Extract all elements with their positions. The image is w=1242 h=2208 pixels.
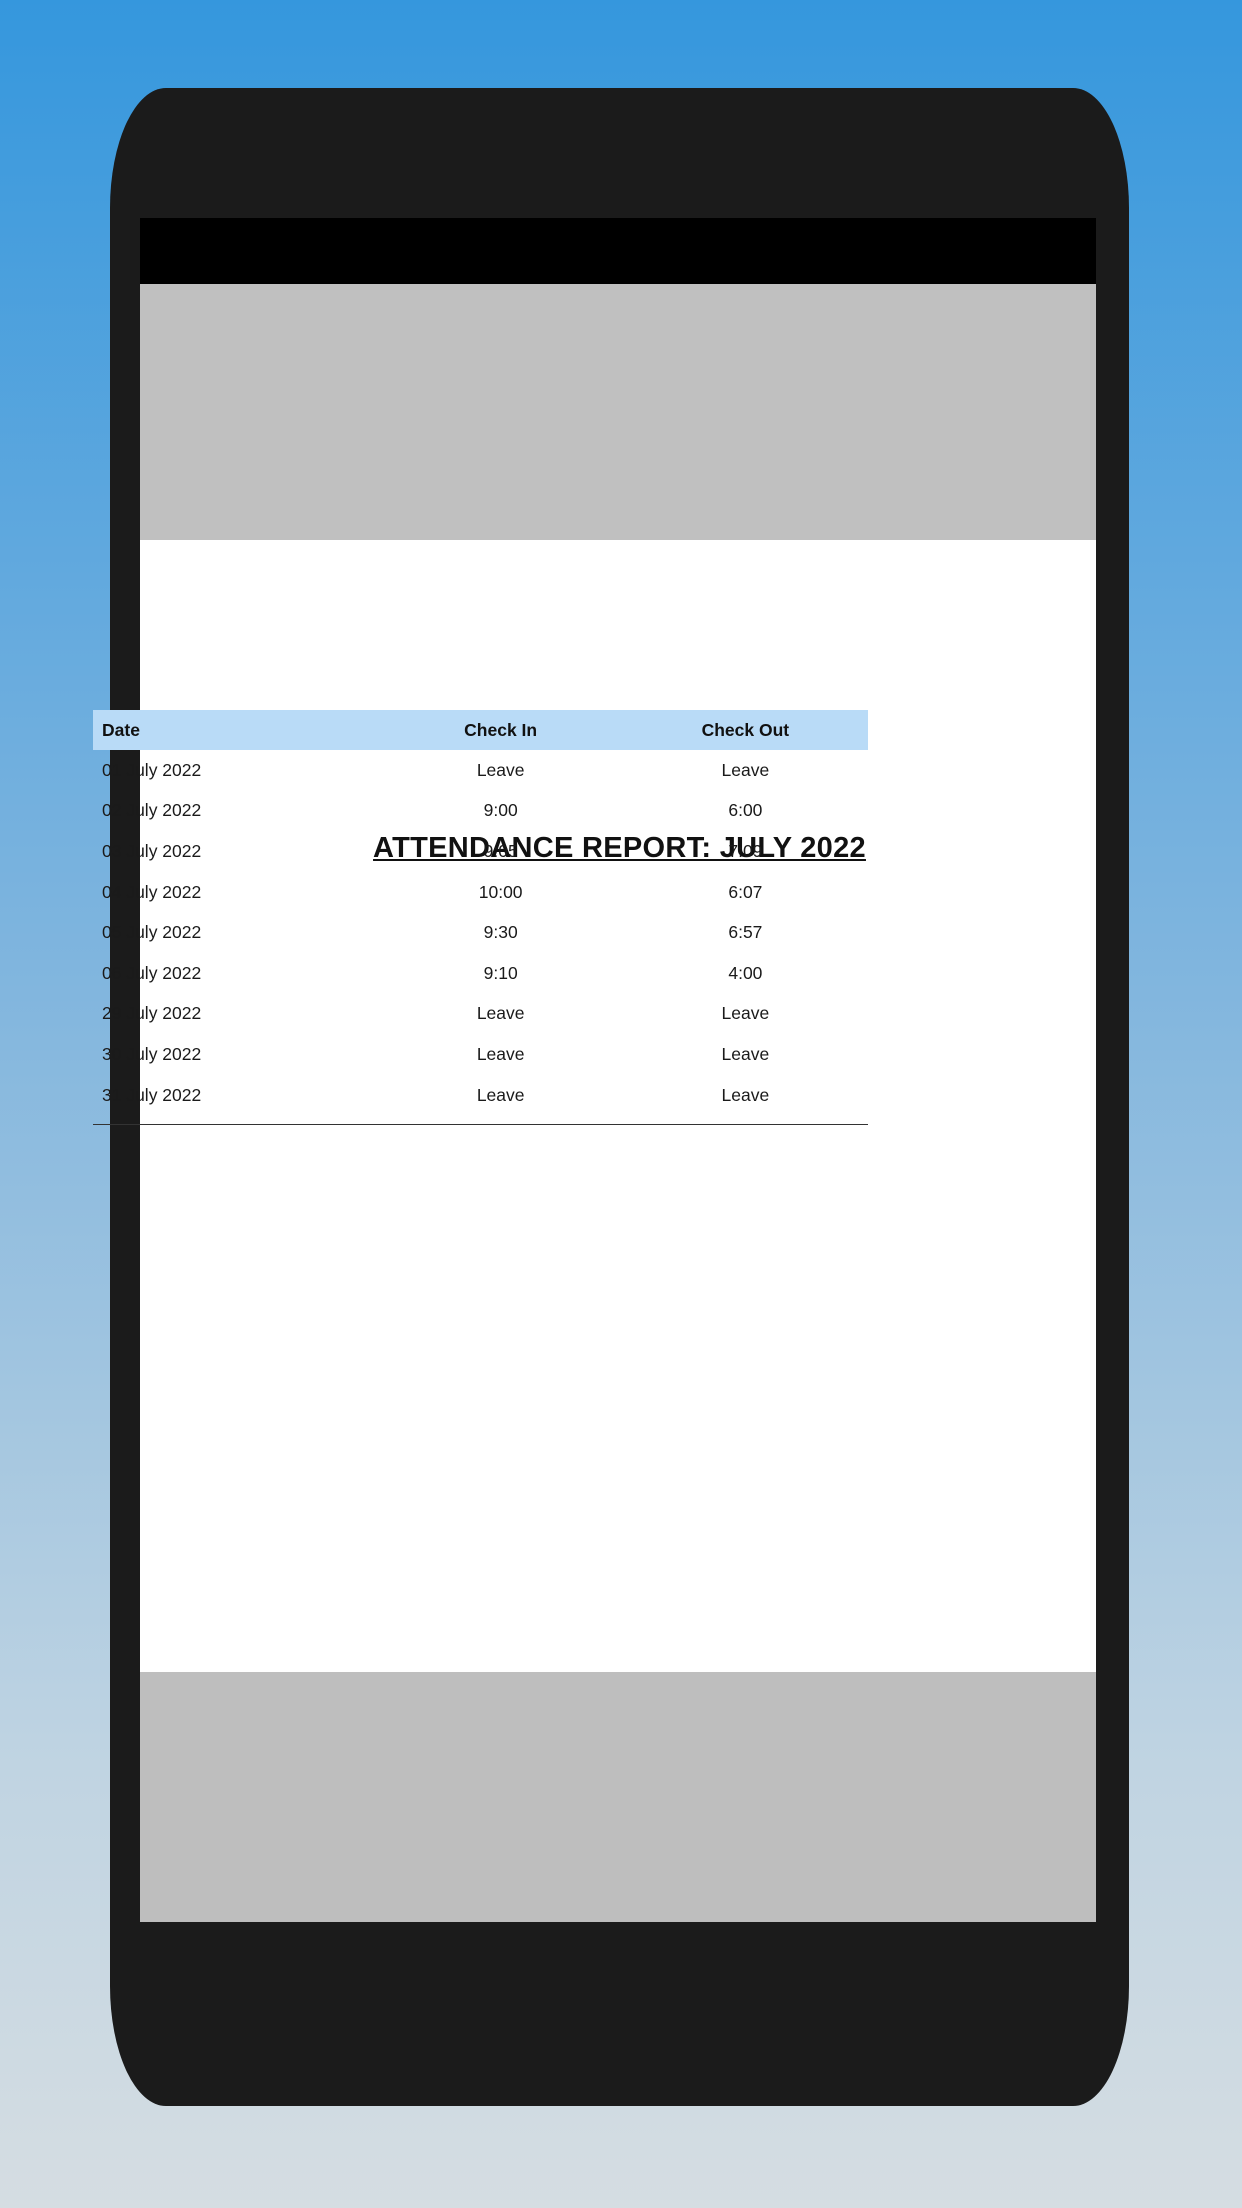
check-out-cell: 6:07 (728, 881, 763, 902)
table-row: 01 July 2022 Leave Leave (93, 750, 868, 791)
header-placeholder (140, 284, 1096, 540)
check-in-cell: 10:00 (478, 881, 523, 902)
table-header-row: Date Check In Check Out (93, 710, 868, 750)
date-cell: 04 July 2022 (102, 881, 202, 902)
date-cell: 01 July 2022 (102, 759, 202, 780)
table-row: 06 July 2022 9:10 4:00 (93, 953, 868, 994)
check-in-cell: Leave (476, 1043, 525, 1064)
status-bar (140, 218, 1096, 284)
table-bottom-border (93, 1124, 868, 1125)
table-row: 30 July 2022 Leave Leave (93, 1034, 868, 1075)
check-in-cell: 9:10 (483, 962, 518, 983)
attendance-table: Date Check In Check Out 01 July 2022 Lea… (93, 710, 868, 1115)
check-out-cell: Leave (721, 1003, 770, 1024)
column-header-date: Date (102, 719, 140, 740)
table-row: 02 July 2022 9:00 6:00 (93, 791, 868, 832)
check-in-cell: 9:00 (483, 800, 518, 821)
check-in-cell: Leave (476, 1003, 525, 1024)
column-header-check-in: Check In (464, 719, 538, 740)
table-row: 03 July 2022 9:05 7:09 (93, 831, 868, 872)
table-row: 04 July 2022 10:00 6:07 (93, 872, 868, 913)
check-out-cell: 4:00 (728, 962, 763, 983)
check-out-cell: Leave (721, 759, 770, 780)
table-row: 29 July 2022 Leave Leave (93, 994, 868, 1035)
check-in-cell: Leave (476, 1084, 525, 1105)
check-in-cell: 9:05 (483, 840, 518, 861)
table-row: 05 July 2022 9:30 6:57 (93, 912, 868, 953)
date-cell: 03 July 2022 (102, 840, 202, 861)
column-header-check-out: Check Out (701, 719, 790, 740)
date-cell: 29 July 2022 (102, 1003, 202, 1024)
check-in-cell: 9:30 (483, 922, 518, 943)
footer-placeholder (140, 1672, 1096, 1922)
check-in-cell: Leave (476, 759, 525, 780)
table-row: 31 July 2022 Leave Leave (93, 1075, 868, 1116)
date-cell: 06 July 2022 (102, 962, 202, 983)
date-cell: 02 July 2022 (102, 800, 202, 821)
check-out-cell: 6:57 (728, 922, 763, 943)
check-out-cell: Leave (721, 1084, 770, 1105)
check-out-cell: 6:00 (728, 800, 763, 821)
date-cell: 05 July 2022 (102, 922, 202, 943)
date-cell: 31 July 2022 (102, 1084, 202, 1105)
check-out-cell: 7:09 (728, 840, 763, 861)
check-out-cell: Leave (721, 1043, 770, 1064)
date-cell: 30 July 2022 (102, 1043, 202, 1064)
